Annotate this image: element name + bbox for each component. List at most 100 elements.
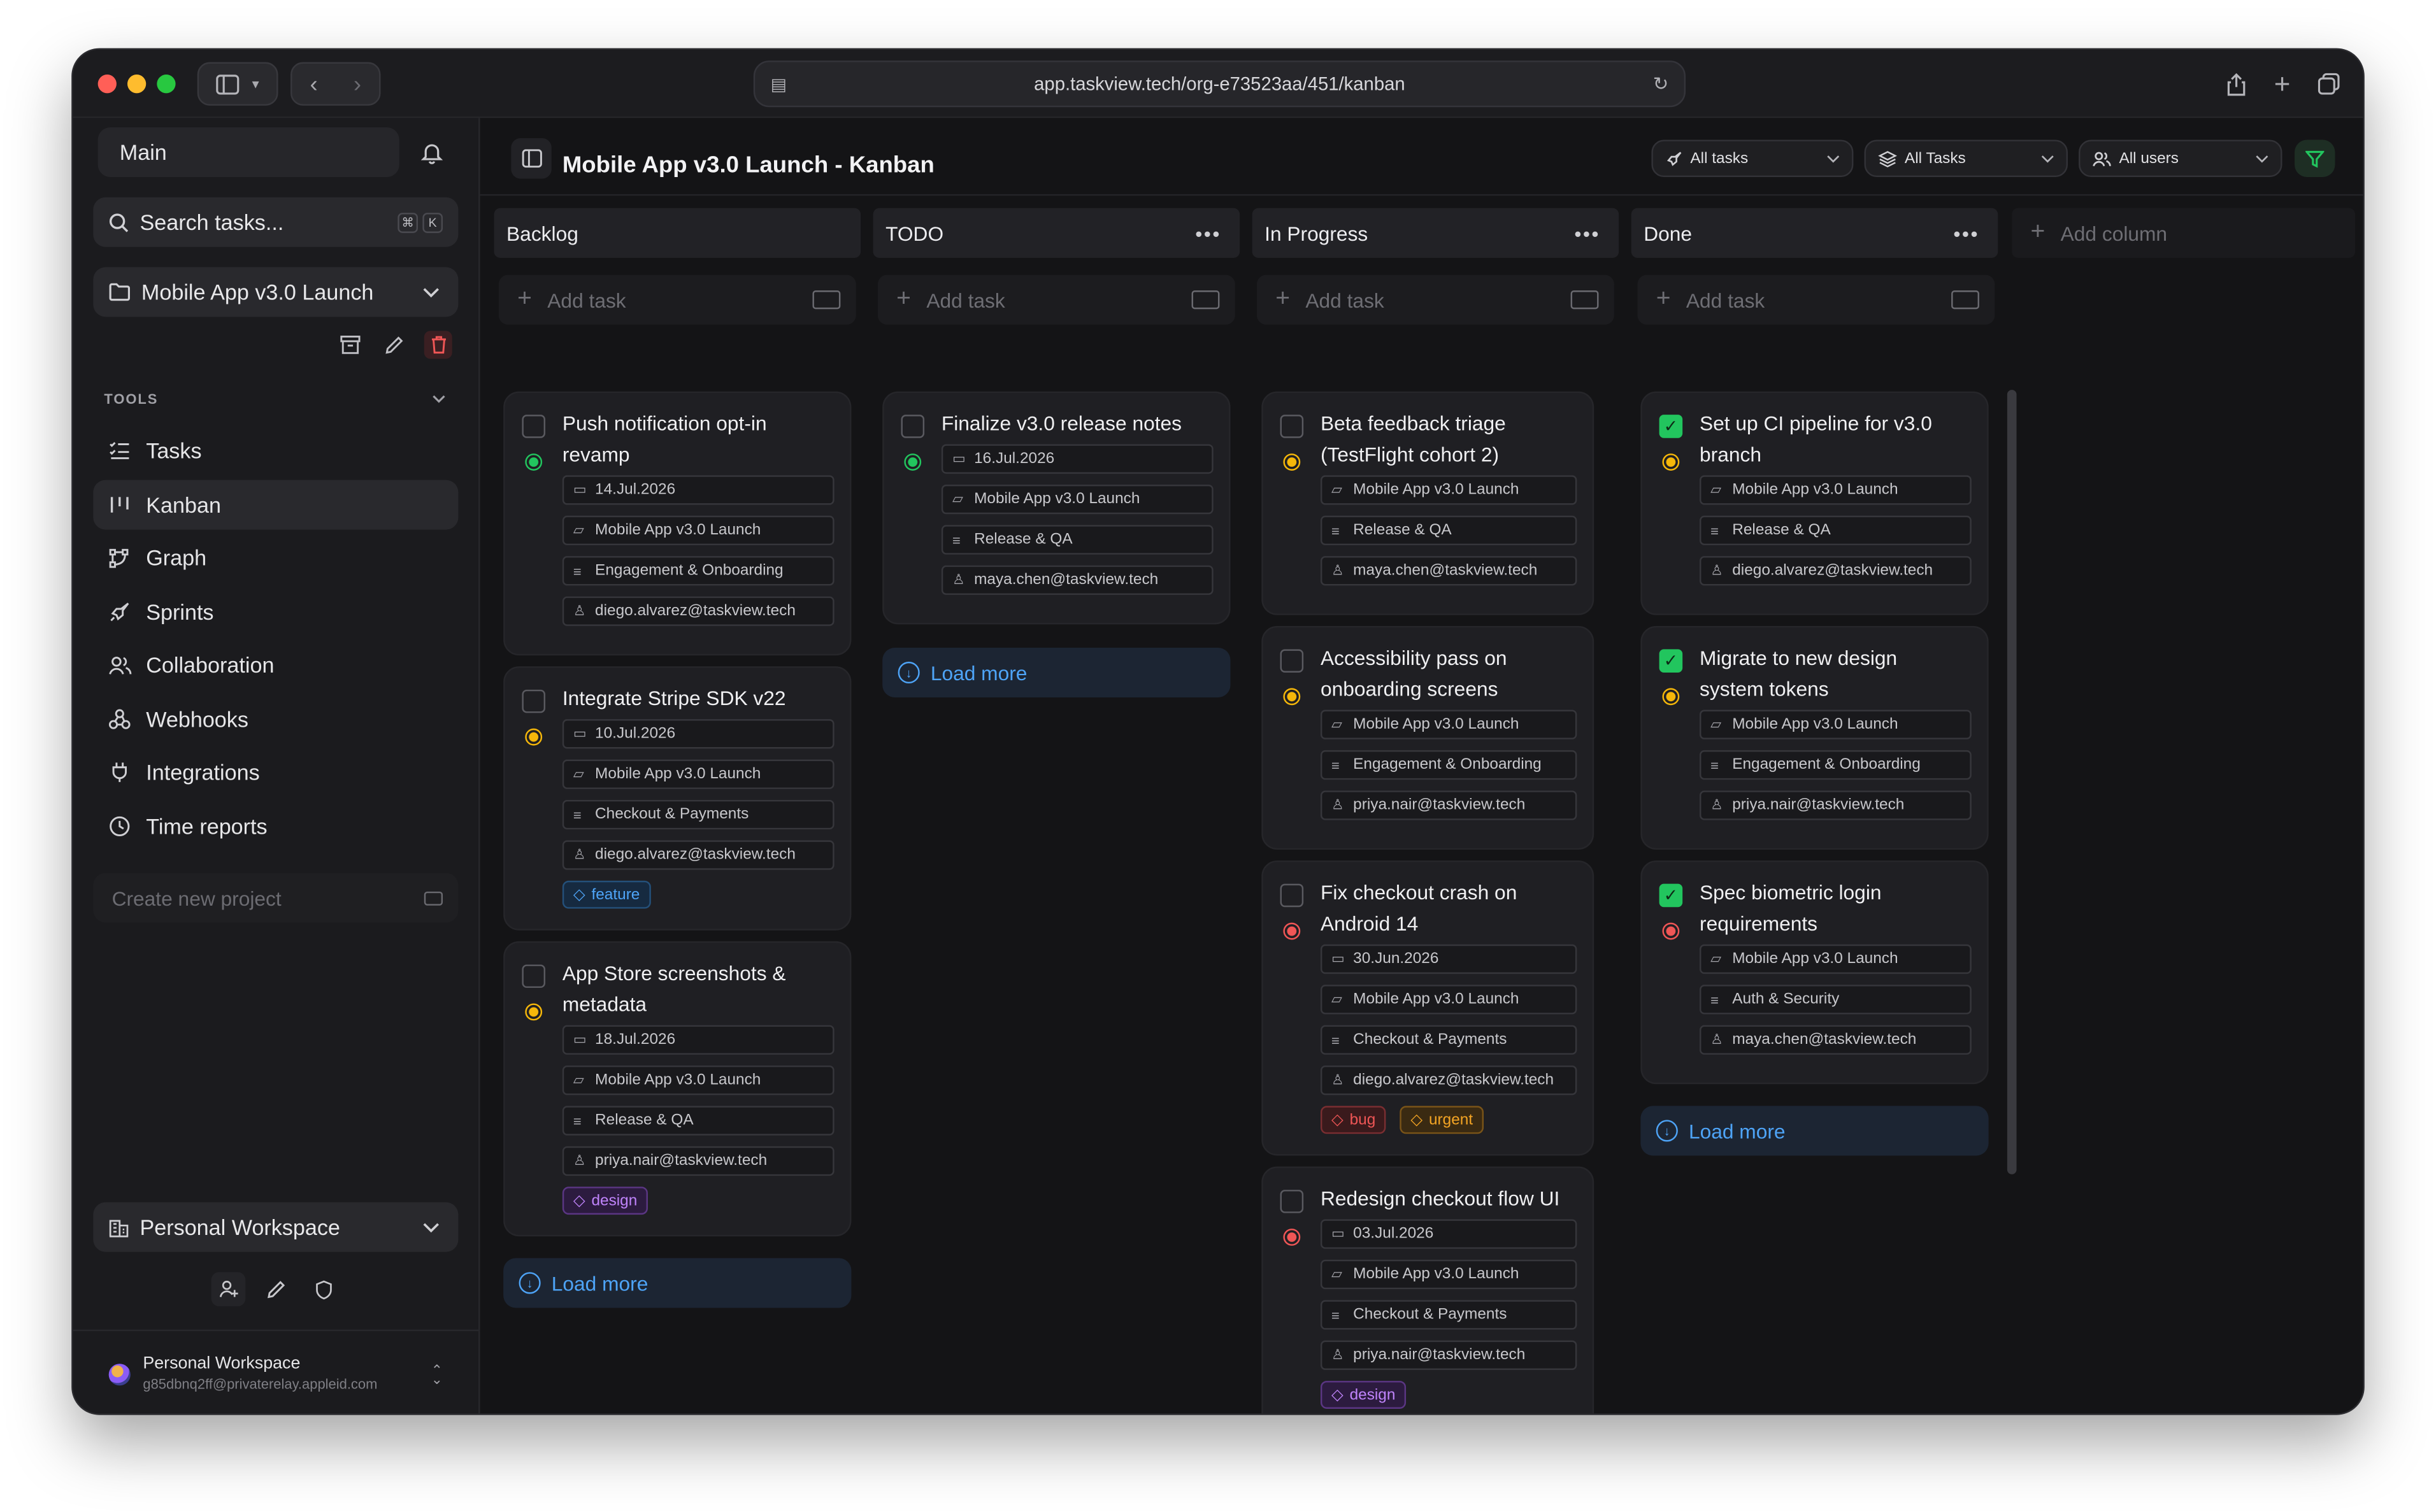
due-date-chip[interactable]: ▭ 18.Jul.2026	[562, 1025, 835, 1055]
list-chip[interactable]: ≡ Engagement & Onboarding	[1320, 750, 1577, 780]
reload-icon[interactable]: ↻	[1653, 73, 1669, 95]
organization-selector[interactable]: Personal Workspace	[93, 1202, 459, 1252]
task-card[interactable]: App Store screenshots & metadata ▭ 18.Jul.…	[503, 941, 852, 1237]
assignee-chip[interactable]: ♙ diego.alvarez@taskview.tech	[1700, 556, 1972, 586]
shield-icon[interactable]	[306, 1272, 340, 1306]
task-checkbox[interactable]	[522, 964, 546, 988]
task-card[interactable]: Push notification opt-in revamp ▭ 14.Jul.2…	[503, 391, 852, 656]
task-card[interactable]: Redesign checkout flow UI ▭ 03.Jul.2026 ▱…	[1261, 1166, 1594, 1414]
project-chip[interactable]: ▱ Mobile App v3.0 Launch	[1320, 985, 1577, 1015]
create-project-input[interactable]: Create new project	[93, 873, 459, 923]
due-date-chip[interactable]: ▭ 10.Jul.2026	[562, 719, 835, 749]
filter-icon[interactable]	[2295, 139, 2335, 178]
due-date-chip[interactable]: ▭ 30.Jun.2026	[1320, 944, 1577, 974]
tag-bug[interactable]: ◇ bug	[1320, 1106, 1387, 1134]
archive-icon[interactable]	[337, 332, 362, 357]
sidebar-item-collaboration[interactable]: Collaboration	[93, 640, 458, 690]
task-card[interactable]: Fix checkout crash on Android 14 ▭ 30.Jun.…	[1261, 860, 1594, 1156]
assignee-chip[interactable]: ♙ diego.alvarez@taskview.tech	[562, 596, 835, 626]
assignee-chip[interactable]: ♙ maya.chen@taskview.tech	[1700, 1025, 1972, 1055]
task-card[interactable]: ✓ Set up CI pipeline for v3.0 branch ▱ Mob…	[1640, 391, 1989, 615]
toggle-sidebar-icon[interactable]	[511, 138, 552, 179]
task-checkbox[interactable]	[1280, 649, 1304, 673]
assignee-chip[interactable]: ♙ diego.alvarez@taskview.tech	[1320, 1065, 1577, 1095]
account-switcher[interactable]: Personal Workspace g85dbnq2ff@privaterel…	[93, 1345, 458, 1408]
tab-overview-button[interactable]	[2310, 62, 2347, 106]
assignee-chip[interactable]: ♙ diego.alvarez@taskview.tech	[562, 840, 835, 870]
due-date-chip[interactable]: ▭ 03.Jul.2026	[1320, 1219, 1577, 1249]
project-chip[interactable]: ▱ Mobile App v3.0 Launch	[562, 1065, 835, 1095]
tag-design[interactable]: ◇ design	[562, 1187, 648, 1215]
due-date-chip[interactable]: ▭ 16.Jul.2026	[941, 444, 1214, 474]
sidebar-toggle-button[interactable]: ▾	[197, 62, 278, 106]
load-more-button[interactable]: ↓ Load more	[503, 1258, 852, 1308]
more-options-icon[interactable]: •••	[1953, 222, 1979, 245]
task-card[interactable]: ✓ Migrate to new design system tokens ▱ Mo…	[1640, 625, 1989, 850]
task-card[interactable]: ✓ Spec biometric login requirements ▱ Mobi…	[1640, 860, 1989, 1085]
project-selector[interactable]: Mobile App v3.0 Launch	[93, 267, 459, 317]
add-column-button[interactable]: + Add column	[2012, 208, 2356, 258]
filter-task-type[interactable]: All tasks	[1651, 139, 1854, 178]
workspace-selector[interactable]: Main	[97, 127, 399, 178]
list-chip[interactable]: ≡ Checkout & Payments	[1320, 1025, 1577, 1055]
add-task-input[interactable]: + Add task	[1256, 275, 1614, 325]
list-chip[interactable]: ≡ Auth & Security	[1700, 985, 1972, 1015]
list-chip[interactable]: ≡ Release & QA	[1320, 515, 1577, 546]
project-chip[interactable]: ▱ Mobile App v3.0 Launch	[562, 759, 835, 789]
task-checkbox-checked[interactable]: ✓	[1659, 883, 1683, 908]
back-icon[interactable]: ‹	[292, 71, 335, 97]
assignee-chip[interactable]: ♙ priya.nair@taskview.tech	[562, 1146, 835, 1176]
due-date-chip[interactable]: ▭ 14.Jul.2026	[562, 475, 835, 505]
add-task-input[interactable]: + Add task	[1637, 275, 1995, 325]
load-more-button[interactable]: ↓ Load more	[882, 647, 1231, 698]
list-chip[interactable]: ≡ Checkout & Payments	[562, 799, 835, 830]
more-options-icon[interactable]: •••	[1574, 222, 1600, 245]
zoom-window-button[interactable]	[157, 75, 176, 94]
close-window-button[interactable]	[97, 75, 117, 94]
search-input[interactable]: Search tasks... ⌘ K	[93, 197, 459, 247]
task-card[interactable]: Finalize v3.0 release notes ▭ 16.Jul.2026…	[882, 391, 1231, 625]
task-checkbox[interactable]	[522, 689, 546, 713]
task-checkbox-checked[interactable]: ✓	[1659, 415, 1683, 438]
trash-icon[interactable]	[424, 331, 452, 359]
list-chip[interactable]: ≡ Release & QA	[562, 1106, 835, 1136]
minimize-window-button[interactable]	[127, 75, 147, 94]
task-card[interactable]: Accessibility pass on onboarding screens …	[1261, 625, 1594, 850]
task-checkbox[interactable]	[1280, 883, 1304, 908]
list-chip[interactable]: ≡ Engagement & Onboarding	[562, 556, 835, 586]
sidebar-item-graph[interactable]: Graph	[93, 532, 458, 582]
column-scrollbar[interactable]	[2007, 390, 2017, 1174]
sidebar-item-sprints[interactable]: Sprints	[93, 587, 458, 637]
sidebar-item-integrations[interactable]: Integrations	[93, 747, 458, 797]
sidebar-item-tasks[interactable]: Tasks	[93, 425, 458, 475]
project-chip[interactable]: ▱ Mobile App v3.0 Launch	[1700, 475, 1972, 505]
tools-collapse-icon[interactable]	[427, 390, 449, 408]
assignee-chip[interactable]: ♙ priya.nair@taskview.tech	[1320, 790, 1577, 820]
project-chip[interactable]: ▱ Mobile App v3.0 Launch	[941, 484, 1214, 515]
task-checkbox[interactable]	[1280, 1190, 1304, 1213]
task-checkbox[interactable]	[901, 415, 925, 438]
project-chip[interactable]: ▱ Mobile App v3.0 Launch	[1700, 944, 1972, 974]
task-card[interactable]: Beta feedback triage (TestFlight cohort 2…	[1261, 391, 1594, 615]
filter-users[interactable]: All users	[2079, 139, 2282, 178]
column-header-done[interactable]: Done •••	[1631, 208, 1998, 258]
site-settings-icon[interactable]: ▤	[771, 74, 787, 94]
list-chip[interactable]: ≡ Release & QA	[1700, 515, 1972, 546]
tag-urgent[interactable]: ◇ urgent	[1400, 1106, 1484, 1134]
share-button[interactable]	[2217, 62, 2254, 106]
assignee-chip[interactable]: ♙ maya.chen@taskview.tech	[941, 565, 1214, 596]
filter-task-status[interactable]: All Tasks	[1864, 139, 2068, 178]
project-chip[interactable]: ▱ Mobile App v3.0 Launch	[1320, 1259, 1577, 1290]
bell-icon[interactable]	[418, 138, 446, 166]
new-tab-button[interactable]: +	[2263, 62, 2301, 106]
assignee-chip[interactable]: ♙ maya.chen@taskview.tech	[1320, 556, 1577, 586]
add-task-input[interactable]: + Add task	[498, 275, 856, 325]
invite-user-icon[interactable]	[211, 1272, 246, 1307]
edit-icon[interactable]	[382, 332, 407, 357]
sidebar-item-time-reports[interactable]: Time reports	[93, 801, 458, 851]
forward-icon[interactable]: ›	[336, 71, 379, 97]
sidebar-item-kanban[interactable]: Kanban	[93, 480, 459, 530]
tag-feature[interactable]: ◇ feature	[562, 880, 651, 909]
project-chip[interactable]: ▱ Mobile App v3.0 Launch	[1700, 710, 1972, 739]
list-chip[interactable]: ≡ Release & QA	[941, 525, 1214, 555]
